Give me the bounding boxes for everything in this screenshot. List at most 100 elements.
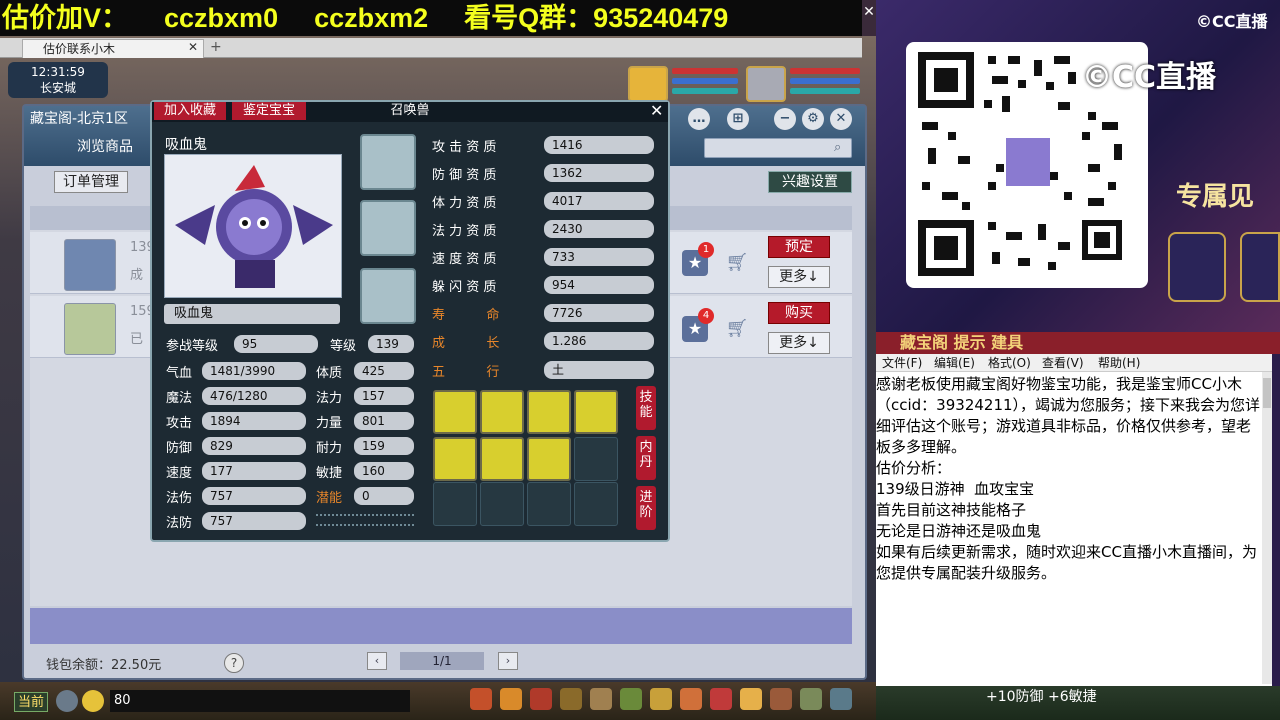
shop-search-input[interactable]	[704, 138, 852, 158]
notepad-scrollbar[interactable]	[1262, 372, 1272, 684]
player-mp-bar	[672, 78, 738, 84]
browse-goods-tab[interactable]: 浏览商品	[60, 134, 150, 160]
next-page-icon[interactable]: ›	[498, 652, 518, 670]
chat-icon[interactable]: …	[688, 108, 710, 130]
system-shortcut-icon[interactable]	[800, 688, 822, 710]
skill-icon-eye[interactable]	[480, 390, 524, 434]
stat-label-speed: 速度	[166, 466, 193, 481]
more-button[interactable]: 更多↓	[768, 266, 830, 288]
shop-close-icon[interactable]: ✕	[830, 108, 852, 130]
attr-value-strength: 801	[354, 412, 414, 430]
notepad-text-area[interactable]: 感谢老板使用藏宝阁好物鉴宝功能，我是鉴宝师CC小木（ccid：39324211）…	[876, 374, 1262, 584]
aptitude-value-attack: 1416	[544, 136, 654, 154]
add-cart-icon[interactable]: 🛒︎	[724, 316, 750, 342]
aptitude-value-speed: 733	[544, 248, 654, 266]
stat-label-spell-damage: 法伤	[166, 491, 193, 506]
menu-help[interactable]: 帮助(H)	[1098, 354, 1140, 372]
empty-skill-slot[interactable]	[574, 437, 618, 481]
qr-watermark: ©CC直播	[1082, 60, 1217, 95]
item-thumbnail[interactable]	[64, 239, 116, 291]
skill-shortcut-icon[interactable]	[470, 688, 492, 710]
add-favorite-button[interactable]: 加入收藏	[154, 102, 226, 120]
aptitude-label-speed: 速 度 资 质	[432, 252, 497, 267]
buy-button[interactable]: 购买	[768, 302, 830, 324]
item-thumbnail[interactable]	[64, 303, 116, 355]
notepad-menubar: 文件(F) 编辑(E) 格式(O) 查看(V) 帮助(H)	[876, 354, 1272, 372]
empty-skill-slot[interactable]	[574, 482, 618, 526]
inner-core-tab-button[interactable]: 内丹	[636, 436, 656, 480]
aptitude-label-magic: 法 力 资 质	[432, 224, 497, 239]
element-label: 五 行	[432, 365, 500, 380]
attr-label-endurance: 耐力	[316, 441, 343, 456]
level-value: 139	[368, 335, 414, 353]
skill-icon-cross[interactable]	[480, 437, 524, 481]
pet-name-field[interactable]: 吸血鬼	[164, 304, 340, 324]
settings-icon[interactable]: ⚙	[802, 108, 824, 130]
cart-icon[interactable]: ⊞	[727, 108, 749, 130]
advance-tab-button[interactable]: 进阶	[636, 486, 656, 530]
help-icon[interactable]: ?	[224, 653, 244, 673]
lifespan-value: 7726	[544, 304, 654, 322]
tab-close-icon[interactable]: ✕	[188, 40, 198, 54]
browser-tab[interactable]: 估价联系小木	[22, 39, 204, 58]
attr-value-potential: 0	[354, 487, 414, 505]
stat-label-defense: 防御	[166, 441, 193, 456]
reserve-button[interactable]: 预定	[768, 236, 830, 258]
chat-channel-button[interactable]: 当前	[14, 692, 48, 712]
gang-shortcut-icon[interactable]	[590, 688, 612, 710]
attr-value-agility: 160	[354, 462, 414, 480]
aptitude-value-magic: 2430	[544, 220, 654, 238]
pet-avatar[interactable]	[746, 66, 786, 102]
appraise-pet-button[interactable]: 鉴定宝宝	[232, 102, 306, 120]
pet-shortcut-icon[interactable]	[560, 688, 582, 710]
skill-icon-bow-2[interactable]	[433, 437, 477, 481]
minimize-icon[interactable]: −	[774, 108, 796, 130]
more-button[interactable]: 更多↓	[768, 332, 830, 354]
menu-view[interactable]: 查看(V)	[1042, 354, 1084, 372]
lifespan-label: 寿 命	[432, 308, 500, 323]
interest-settings-button[interactable]: 兴趣设置	[768, 171, 852, 193]
search-icon[interactable]: ⌕	[834, 140, 841, 155]
skill-icon-bow[interactable]	[433, 390, 477, 434]
empty-skill-slot[interactable]	[480, 482, 524, 526]
favorite-count-badge: 4	[698, 308, 714, 324]
new-tab-icon[interactable]: +	[210, 39, 222, 55]
player-avatar[interactable]	[628, 66, 668, 102]
equipment-slot-2[interactable]	[360, 200, 416, 256]
banner-close-icon[interactable]: ✕	[862, 4, 876, 22]
voice-icon[interactable]	[56, 690, 78, 712]
aptitude-value-dodge: 954	[544, 276, 654, 294]
mall-shortcut-icon[interactable]	[680, 688, 702, 710]
emoji-icon[interactable]	[82, 690, 104, 712]
activity-shortcut-icon[interactable]	[740, 688, 762, 710]
empty-skill-slot[interactable]	[527, 482, 571, 526]
player-hp-bar	[672, 68, 738, 74]
attr-label-strength: 力量	[316, 416, 343, 431]
skill-icon-bat[interactable]	[527, 390, 571, 434]
item-shortcut-icon[interactable]	[500, 688, 522, 710]
empty-skill-slot[interactable]	[433, 482, 477, 526]
skills-tab-button[interactable]: 技能	[636, 386, 656, 430]
ranking-shortcut-icon[interactable]	[770, 688, 792, 710]
map-shortcut-icon[interactable]	[830, 688, 852, 710]
summon-panel-close-icon[interactable]: ✕	[650, 101, 663, 120]
equipment-slot-1[interactable]	[360, 134, 416, 190]
stat-value-attack: 1894	[202, 412, 306, 430]
scrollbar-thumb[interactable]	[1263, 378, 1271, 408]
promo-strip: 藏宝阁 提示 建具	[876, 332, 1280, 354]
order-management-button[interactable]: 订单管理	[54, 171, 128, 193]
skill-icon-sword[interactable]	[574, 390, 618, 434]
menu-format[interactable]: 格式(O)	[988, 354, 1031, 372]
team-shortcut-icon[interactable]	[530, 688, 552, 710]
attr-label-magic: 法力	[316, 391, 343, 406]
gift-shortcut-icon[interactable]	[710, 688, 732, 710]
friend-shortcut-icon[interactable]	[650, 688, 672, 710]
menu-edit[interactable]: 编辑(E)	[934, 354, 975, 372]
prev-page-icon[interactable]: ‹	[367, 652, 387, 670]
menu-file[interactable]: 文件(F)	[882, 354, 922, 372]
equipment-slot-3[interactable]	[360, 268, 416, 324]
skill-icon-drum[interactable]	[527, 437, 571, 481]
quest-shortcut-icon[interactable]	[620, 688, 642, 710]
chat-input[interactable]: 80	[110, 690, 410, 712]
add-cart-icon[interactable]: 🛒︎	[724, 250, 750, 276]
